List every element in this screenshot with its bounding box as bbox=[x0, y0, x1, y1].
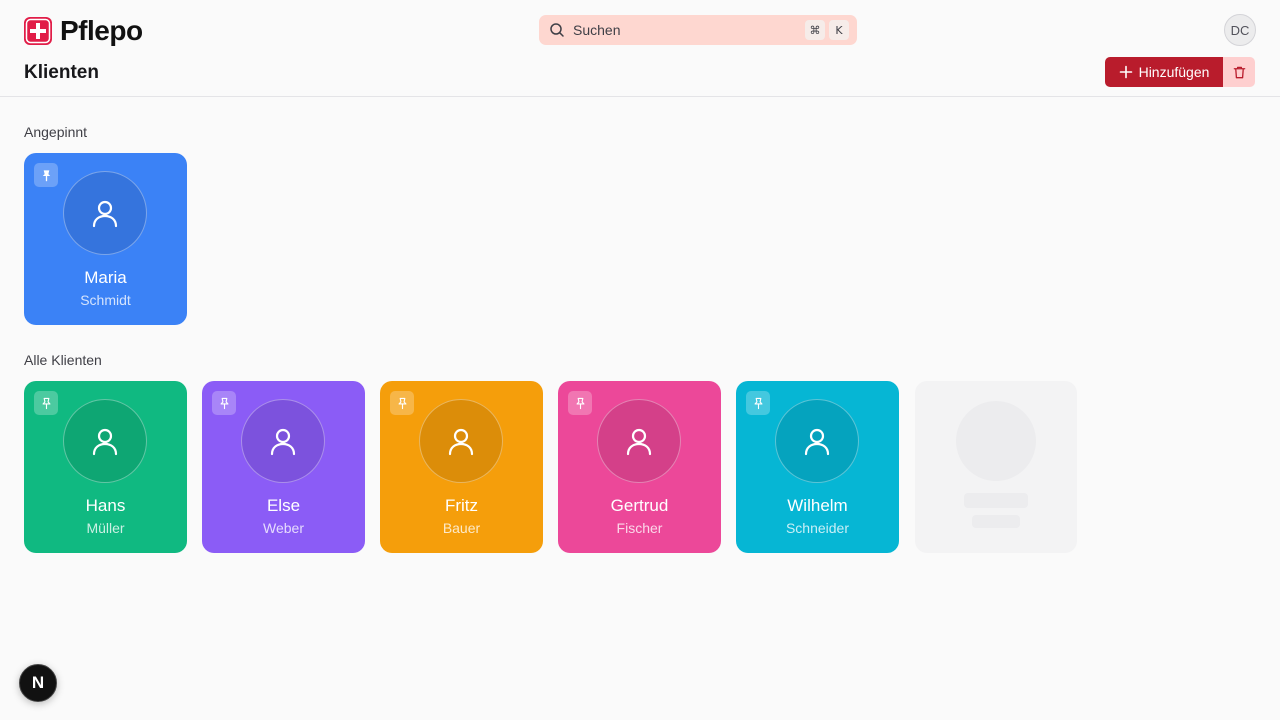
pin-filled-icon bbox=[42, 169, 50, 181]
client-first-name: Fritz bbox=[444, 496, 479, 515]
user-icon bbox=[448, 428, 474, 456]
client-avatar bbox=[775, 399, 859, 483]
client-card-pinned[interactable]: Maria Schmidt bbox=[24, 153, 187, 325]
client-first-name: Hans bbox=[85, 496, 126, 515]
pin-outline-icon bbox=[398, 397, 406, 409]
skeleton-line bbox=[964, 493, 1028, 508]
user-icon bbox=[92, 428, 118, 456]
client-avatar bbox=[241, 399, 325, 483]
delete-button[interactable] bbox=[1223, 57, 1255, 87]
shortcut-key-command: ⌘ bbox=[805, 20, 825, 40]
client-last-name: Schmidt bbox=[80, 292, 131, 308]
trash-icon bbox=[1233, 66, 1245, 78]
client-card[interactable]: Gertrud Fischer bbox=[558, 381, 721, 553]
client-first-name: Else bbox=[266, 496, 301, 515]
all-clients-section-label: Alle Klienten bbox=[24, 352, 102, 368]
search-input[interactable]: Suchen ⌘ K bbox=[539, 15, 857, 45]
client-card[interactable]: Else Weber bbox=[202, 381, 365, 553]
user-icon bbox=[804, 428, 830, 456]
client-avatar bbox=[597, 399, 681, 483]
loading-placeholder-card bbox=[915, 381, 1077, 553]
user-icon bbox=[270, 428, 296, 456]
skeleton-line bbox=[972, 515, 1020, 528]
client-last-name: Müller bbox=[86, 520, 125, 536]
pin-outline-icon bbox=[576, 397, 584, 409]
app-name: Pflepo bbox=[60, 15, 143, 46]
client-last-name: Schneider bbox=[785, 520, 850, 536]
pin-button[interactable] bbox=[568, 391, 592, 415]
client-avatar bbox=[419, 399, 503, 483]
top-bar: Pflepo Suchen ⌘ K DC bbox=[0, 0, 1280, 60]
pin-button[interactable] bbox=[34, 163, 58, 187]
skeleton-avatar bbox=[956, 401, 1036, 481]
client-avatar bbox=[63, 399, 147, 483]
shortcut-key-k: K bbox=[829, 20, 849, 40]
pin-outline-icon bbox=[220, 397, 228, 409]
search-placeholder: Suchen bbox=[573, 22, 621, 38]
client-first-name: Wilhelm bbox=[787, 496, 848, 515]
client-last-name: Bauer bbox=[442, 520, 481, 536]
pin-button[interactable] bbox=[34, 391, 58, 415]
pin-button[interactable] bbox=[746, 391, 770, 415]
medical-cross-logo-icon bbox=[24, 17, 52, 45]
search-icon bbox=[550, 23, 564, 37]
client-avatar bbox=[63, 171, 147, 255]
add-client-button[interactable]: Hinzufügen bbox=[1105, 57, 1223, 87]
user-avatar[interactable]: DC bbox=[1224, 14, 1256, 46]
client-first-name: Gertrud bbox=[610, 496, 669, 515]
client-first-name: Maria bbox=[84, 268, 127, 287]
app-logo[interactable]: Pflepo bbox=[24, 16, 143, 46]
client-card[interactable]: Fritz Bauer bbox=[380, 381, 543, 553]
pin-outline-icon bbox=[42, 397, 50, 409]
pin-button[interactable] bbox=[390, 391, 414, 415]
pin-button[interactable] bbox=[212, 391, 236, 415]
plus-icon bbox=[1119, 65, 1132, 79]
user-icon bbox=[92, 200, 118, 228]
pinned-section-label: Angepinnt bbox=[24, 124, 88, 140]
client-card[interactable]: Wilhelm Schneider bbox=[736, 381, 899, 553]
header-divider bbox=[0, 96, 1280, 97]
pin-outline-icon bbox=[754, 397, 762, 409]
client-last-name: Weber bbox=[263, 520, 304, 536]
user-icon bbox=[626, 428, 652, 456]
client-last-name: Fischer bbox=[616, 520, 663, 536]
add-client-label: Hinzufügen bbox=[1138, 64, 1210, 80]
page-title: Klienten bbox=[24, 62, 99, 83]
dev-tools-badge[interactable]: N bbox=[19, 664, 57, 702]
client-card[interactable]: Hans Müller bbox=[24, 381, 187, 553]
